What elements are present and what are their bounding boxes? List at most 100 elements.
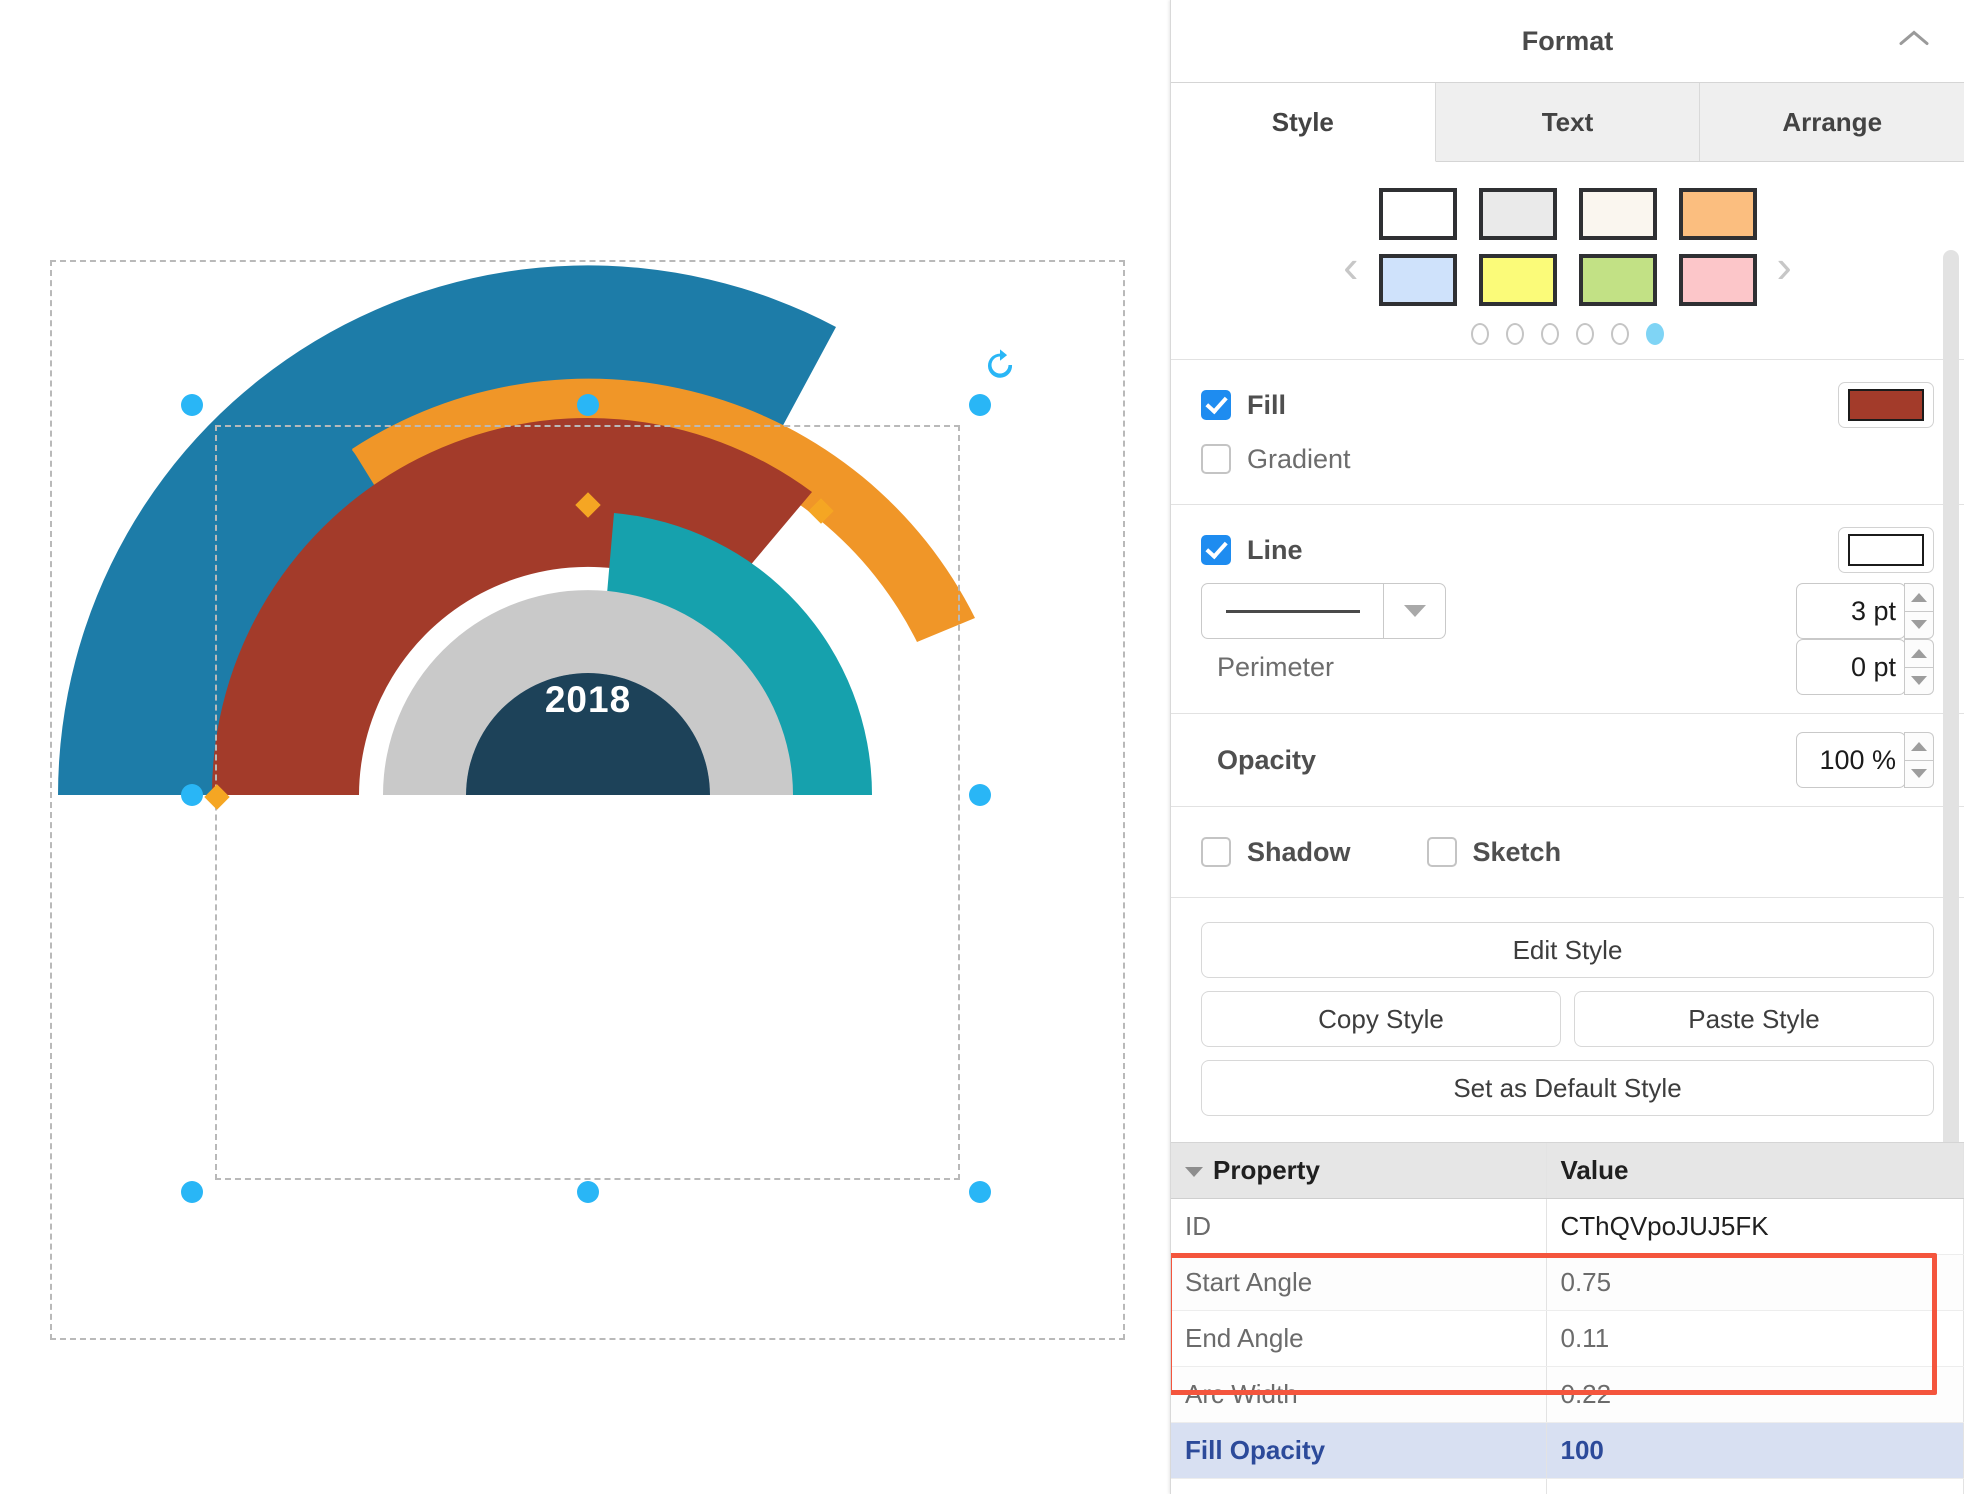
resize-handle-n[interactable]: [577, 394, 599, 416]
resize-handle-nw[interactable]: [181, 394, 203, 416]
effects-row: Shadow Sketch: [1201, 825, 1934, 879]
carousel-dot-1[interactable]: [1471, 323, 1489, 345]
property-value-cell[interactable]: CThQVpoJUJ5FK: [1546, 1199, 1964, 1255]
property-value-cell[interactable]: 0.75: [1546, 1255, 1964, 1311]
property-value-cell[interactable]: 0.11: [1546, 1311, 1964, 1367]
fill-label: Fill: [1247, 390, 1286, 421]
opacity-stepper[interactable]: [1796, 732, 1934, 788]
perimeter-row: Perimeter: [1201, 639, 1934, 695]
gradient-checkbox[interactable]: [1201, 444, 1231, 474]
table-row[interactable]: Start Angle 0.75: [1171, 1255, 1964, 1311]
column-header-value[interactable]: Value: [1546, 1143, 1964, 1199]
swatch-orange[interactable]: [1679, 188, 1757, 240]
perimeter-arrows: [1904, 639, 1934, 695]
tab-style[interactable]: Style: [1171, 83, 1436, 162]
table-row[interactable]: Fill Opacity 100: [1171, 1423, 1964, 1479]
perimeter-input[interactable]: [1796, 639, 1906, 695]
carousel-page-dots: [1379, 323, 1757, 345]
fill-color-button[interactable]: [1838, 382, 1934, 428]
column-header-property[interactable]: Property: [1171, 1143, 1546, 1199]
copy-paste-row: Copy Style Paste Style: [1201, 991, 1934, 1047]
line-width-input[interactable]: [1796, 583, 1906, 639]
shadow-checkbox[interactable]: [1201, 837, 1231, 867]
chevron-left-icon[interactable]: ‹: [1323, 248, 1378, 285]
panel-tabs: Style Text Arrange: [1171, 83, 1964, 162]
property-name-cell: Arc Width: [1171, 1367, 1546, 1423]
property-name-cell: Stroke Opacity: [1171, 1479, 1546, 1494]
property-value-cell[interactable]: 100: [1546, 1423, 1964, 1479]
fill-checkbox[interactable]: [1201, 390, 1231, 420]
property-value-cell[interactable]: 100: [1546, 1479, 1964, 1494]
resize-handle-s[interactable]: [577, 1181, 599, 1203]
carousel-dot-5[interactable]: [1611, 323, 1629, 345]
format-panel: Format Style Text Arrange ‹: [1170, 0, 1964, 1494]
carousel-dot-3[interactable]: [1541, 323, 1559, 345]
shadow-label: Shadow: [1247, 837, 1351, 868]
panel-header: Format: [1171, 0, 1964, 83]
resize-handle-w[interactable]: [181, 784, 203, 806]
line-style-preview: [1202, 610, 1383, 613]
table-row[interactable]: ID CThQVpoJUJ5FK: [1171, 1199, 1964, 1255]
line-width-stepper[interactable]: [1796, 583, 1934, 639]
opacity-row: Opacity: [1201, 732, 1934, 788]
property-name-cell: ID: [1171, 1199, 1546, 1255]
carousel-dot-4[interactable]: [1576, 323, 1594, 345]
resize-handle-se[interactable]: [969, 1181, 991, 1203]
line-label: Line: [1247, 535, 1303, 566]
fill-color-chip: [1848, 389, 1924, 421]
style-actions-section: Edit Style Copy Style Paste Style Set as…: [1171, 898, 1964, 1142]
fill-row: Fill: [1201, 378, 1934, 432]
resize-handle-ne[interactable]: [969, 394, 991, 416]
rotate-handle-icon[interactable]: [983, 348, 1017, 382]
effects-section: Shadow Sketch: [1171, 807, 1964, 898]
swatch-cream[interactable]: [1579, 188, 1657, 240]
carousel-dot-6[interactable]: [1646, 323, 1664, 345]
table-row[interactable]: End Angle 0.11: [1171, 1311, 1964, 1367]
swatch-green[interactable]: [1579, 254, 1657, 306]
tab-text[interactable]: Text: [1436, 83, 1701, 161]
property-name-cell: Start Angle: [1171, 1255, 1546, 1311]
line-width-decrement[interactable]: [1904, 611, 1934, 640]
swatch-blue[interactable]: [1379, 254, 1457, 306]
gauge-chart[interactable]: [0, 0, 1170, 1494]
chevron-right-icon[interactable]: ›: [1757, 248, 1812, 285]
swatch-yellow[interactable]: [1479, 254, 1557, 306]
resize-handle-e[interactable]: [969, 784, 991, 806]
property-value-cell[interactable]: 0.22: [1546, 1367, 1964, 1423]
swatch-white[interactable]: [1379, 188, 1457, 240]
line-checkbox[interactable]: [1201, 535, 1231, 565]
set-as-default-style-button[interactable]: Set as Default Style: [1201, 1060, 1934, 1116]
paste-style-button[interactable]: Paste Style: [1574, 991, 1934, 1047]
perimeter-stepper[interactable]: [1796, 639, 1934, 695]
sketch-checkbox[interactable]: [1427, 837, 1457, 867]
line-style-select[interactable]: [1201, 583, 1446, 639]
table-header-row: Property Value: [1171, 1143, 1964, 1199]
table-row[interactable]: Arc Width 0.22: [1171, 1367, 1964, 1423]
copy-style-button[interactable]: Copy Style: [1201, 991, 1561, 1047]
table-row[interactable]: Stroke Opacity 100: [1171, 1479, 1964, 1494]
swatch-pink[interactable]: [1679, 254, 1757, 306]
opacity-decrement[interactable]: [1904, 760, 1934, 789]
style-carousel-section: ‹: [1171, 162, 1964, 360]
perimeter-label: Perimeter: [1217, 652, 1334, 683]
chevron-up-icon[interactable]: [1898, 29, 1930, 54]
line-color-button[interactable]: [1838, 527, 1934, 573]
perimeter-increment[interactable]: [1904, 639, 1934, 667]
opacity-arrows: [1904, 732, 1934, 788]
opacity-input[interactable]: [1796, 732, 1906, 788]
line-width-increment[interactable]: [1904, 583, 1934, 611]
carousel-dot-2[interactable]: [1506, 323, 1524, 345]
perimeter-decrement[interactable]: [1904, 667, 1934, 696]
resize-handle-sw[interactable]: [181, 1181, 203, 1203]
chevron-down-icon[interactable]: [1383, 584, 1445, 638]
drawing-canvas[interactable]: 2018: [0, 0, 1170, 1494]
line-section: Line: [1171, 505, 1964, 714]
style-swatch-grid: [1379, 188, 1757, 306]
edit-style-button[interactable]: Edit Style: [1201, 922, 1934, 978]
tab-arrange[interactable]: Arrange: [1700, 83, 1964, 161]
swatch-gray[interactable]: [1479, 188, 1557, 240]
opacity-label: Opacity: [1217, 745, 1316, 776]
opacity-increment[interactable]: [1904, 732, 1934, 760]
sort-descending-icon[interactable]: [1185, 1167, 1203, 1177]
opacity-section: Opacity: [1171, 714, 1964, 807]
